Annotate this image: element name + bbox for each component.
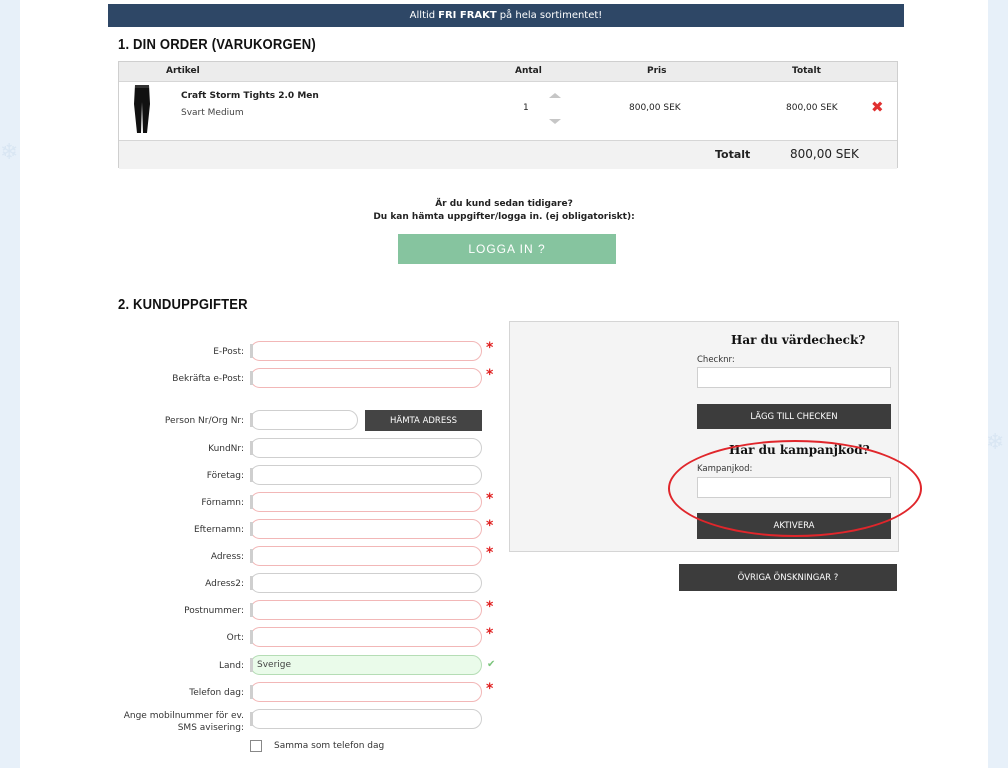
unit-price: 800,00 SEK (629, 103, 681, 113)
voucher-heading: Har du värdecheck? (731, 333, 866, 347)
add-voucher-button[interactable]: LÄGG TILL CHECKEN (697, 404, 891, 429)
postcode-label: Postnummer: (184, 606, 244, 616)
postcode-field[interactable] (250, 600, 482, 620)
row-total: 800,00 SEK (786, 103, 838, 113)
same-as-phone-label: Samma som telefon dag (274, 741, 385, 751)
campaign-label: Kampanjkod: (697, 464, 753, 474)
product-name-link[interactable]: Craft Storm Tights 2.0 Men (181, 91, 319, 101)
kundnr-field[interactable] (250, 438, 482, 458)
email-label: E-Post: (213, 347, 244, 357)
valid-check-icon: ✔ (487, 659, 496, 670)
voucher-label: Checknr: (697, 355, 735, 365)
personnr-label: Person Nr/Org Nr: (164, 416, 244, 426)
address-field[interactable] (250, 546, 482, 566)
required-marker: * (486, 599, 494, 615)
snowflake-decoration-icon: ❄ (986, 430, 1005, 455)
required-marker: * (486, 367, 494, 383)
product-variant: Svart Medium (181, 108, 244, 118)
quantity-value: 1 (523, 103, 529, 113)
login-button[interactable]: LOGGA IN ? (398, 234, 616, 264)
confirm-email-field[interactable] (250, 368, 482, 388)
firstname-field[interactable] (250, 492, 482, 512)
mobile-label-line2: SMS avisering: (177, 723, 244, 733)
required-marker: * (486, 626, 494, 642)
header-price: Pris (647, 66, 667, 76)
city-field[interactable] (250, 627, 482, 647)
country-field[interactable]: Sverige (250, 655, 482, 675)
cart-table-header: Artikel Antal Pris Totalt (119, 62, 897, 82)
personnr-field[interactable] (250, 410, 358, 430)
remove-item-icon[interactable]: ✖ (871, 98, 884, 116)
mobile-field[interactable] (250, 709, 482, 729)
lastname-field[interactable] (250, 519, 482, 539)
country-label: Land: (219, 661, 244, 671)
returning-customer-question: Är du kund sedan tidigare? (435, 199, 573, 209)
header-total: Totalt (792, 66, 821, 76)
required-marker: * (486, 491, 494, 507)
cart-table: Artikel Antal Pris Totalt Craft Storm Ti… (118, 61, 898, 169)
other-wishes-button[interactable]: ÖVRIGA ÖNSKNINGAR ? (679, 564, 897, 591)
kundnr-label: KundNr: (208, 444, 244, 454)
required-marker: * (486, 681, 494, 697)
city-label: Ort: (226, 633, 244, 643)
header-article: Artikel (166, 66, 200, 76)
firstname-label: Förnamn: (201, 498, 244, 508)
quantity-decrease-icon[interactable] (549, 119, 561, 124)
phone-label: Telefon dag: (189, 688, 244, 698)
campaign-heading: Har du kampanjkod? (729, 443, 870, 457)
snowflake-decoration-icon: ❄ (0, 140, 19, 165)
free-shipping-banner: Alltid FRI FRAKT på hela sortimentet! (108, 4, 904, 27)
confirm-email-label: Bekräfta e-Post: (172, 374, 244, 384)
banner-text-pre: Alltid (409, 10, 436, 21)
required-marker: * (486, 518, 494, 534)
cart-total-value: 800,00 SEK (790, 147, 859, 161)
required-marker: * (486, 545, 494, 561)
phone-field[interactable] (250, 682, 482, 702)
company-field[interactable] (250, 465, 482, 485)
voucher-input[interactable] (697, 367, 891, 388)
email-field[interactable] (250, 341, 482, 361)
activate-campaign-button[interactable]: AKTIVERA (697, 513, 891, 539)
banner-text-post: på hela sortimentet! (499, 10, 603, 21)
mobile-label-line1: Ange mobilnummer för ev. (123, 711, 244, 721)
quantity-increase-icon[interactable] (549, 93, 561, 98)
product-tights-image[interactable] (131, 84, 153, 134)
lastname-label: Efternamn: (193, 525, 244, 535)
customer-section-title: 2. KUNDUPPGIFTER (118, 297, 248, 313)
table-row: Craft Storm Tights 2.0 Men Svart Medium … (119, 81, 897, 140)
address-label: Adress: (210, 552, 244, 562)
returning-customer-info: Du kan hämta uppgifter/logga in. (ej obl… (373, 212, 635, 222)
address2-field[interactable] (250, 573, 482, 593)
campaign-code-input[interactable] (697, 477, 891, 498)
cart-total-row: Totalt 800,00 SEK (119, 140, 897, 169)
header-qty: Antal (515, 66, 542, 76)
cart-total-label: Totalt (715, 148, 751, 161)
company-label: Företag: (206, 471, 244, 481)
required-marker: * (486, 340, 494, 356)
fetch-address-button[interactable]: HÄMTA ADRESS (365, 410, 482, 431)
address2-label: Adress2: (205, 579, 244, 589)
same-as-phone-checkbox[interactable] (250, 740, 262, 752)
banner-text-bold: FRI FRAKT (438, 10, 497, 21)
order-section-title: 1. DIN ORDER (VARUKORGEN) (118, 37, 316, 53)
